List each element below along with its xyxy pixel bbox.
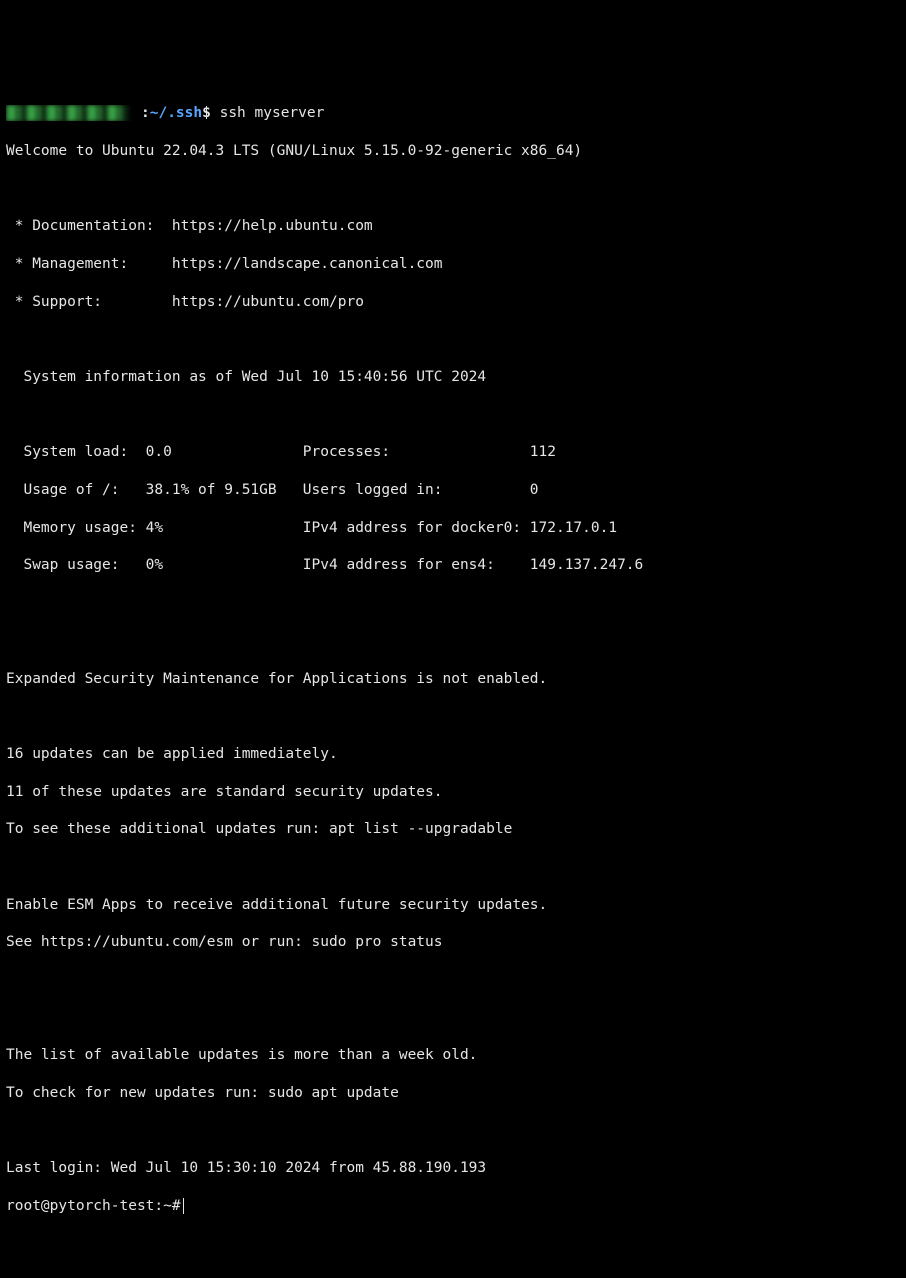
blank: [6, 180, 900, 199]
typed-command: ssh myserver: [211, 105, 325, 121]
prompt-colon: :: [141, 105, 150, 121]
prompt-line-2[interactable]: root@pytorch-test:~#: [6, 1197, 900, 1216]
sysinfo-row: System load: 0.0 Processes: 112: [6, 443, 900, 462]
motd-support: * Support: https://ubuntu.com/pro: [6, 293, 900, 312]
blank: [6, 632, 900, 651]
prompt-path: ~: [163, 1198, 172, 1214]
blank: [6, 1122, 900, 1141]
updates-line: 16 updates can be applied immediately.: [6, 745, 900, 764]
remote-user-host: root@pytorch-test: [6, 1198, 154, 1214]
sysinfo-row: Usage of /: 38.1% of 9.51GB Users logged…: [6, 481, 900, 500]
terminal-output[interactable]: :~/.ssh$ ssh myserver Welcome to Ubuntu …: [6, 85, 900, 1234]
local-user-host-obscured: [6, 105, 141, 121]
esm-apps-line: See https://ubuntu.com/esm or run: sudo …: [6, 933, 900, 952]
stale-updates-line: To check for new updates run: sudo apt u…: [6, 1084, 900, 1103]
last-login: Last login: Wed Jul 10 15:30:10 2024 fro…: [6, 1159, 900, 1178]
motd-doc: * Documentation: https://help.ubuntu.com: [6, 217, 900, 236]
motd-welcome: Welcome to Ubuntu 22.04.3 LTS (GNU/Linux…: [6, 142, 900, 161]
blank: [6, 707, 900, 726]
updates-line: 11 of these updates are standard securit…: [6, 783, 900, 802]
blank: [6, 858, 900, 877]
blank: [6, 1009, 900, 1028]
prompt-dollar: $: [202, 105, 211, 121]
prompt-hash: #: [172, 1198, 181, 1214]
updates-line: To see these additional updates run: apt…: [6, 820, 900, 839]
sysinfo-row: Memory usage: 4% IPv4 address for docker…: [6, 519, 900, 538]
prompt-path: ~/.ssh: [150, 105, 202, 121]
esm-notice: Expanded Security Maintenance for Applic…: [6, 670, 900, 689]
esm-apps-line: Enable ESM Apps to receive additional fu…: [6, 896, 900, 915]
sysinfo-header: System information as of Wed Jul 10 15:4…: [6, 368, 900, 387]
blank: [6, 594, 900, 613]
blank: [6, 330, 900, 349]
cursor: [183, 1198, 184, 1214]
blank: [6, 971, 900, 990]
motd-management: * Management: https://landscape.canonica…: [6, 255, 900, 274]
prompt-line-1: :~/.ssh$ ssh myserver: [6, 104, 900, 123]
prompt-colon: :: [154, 1198, 163, 1214]
sysinfo-row: Swap usage: 0% IPv4 address for ens4: 14…: [6, 556, 900, 575]
stale-updates-line: The list of available updates is more th…: [6, 1046, 900, 1065]
blank: [6, 406, 900, 425]
